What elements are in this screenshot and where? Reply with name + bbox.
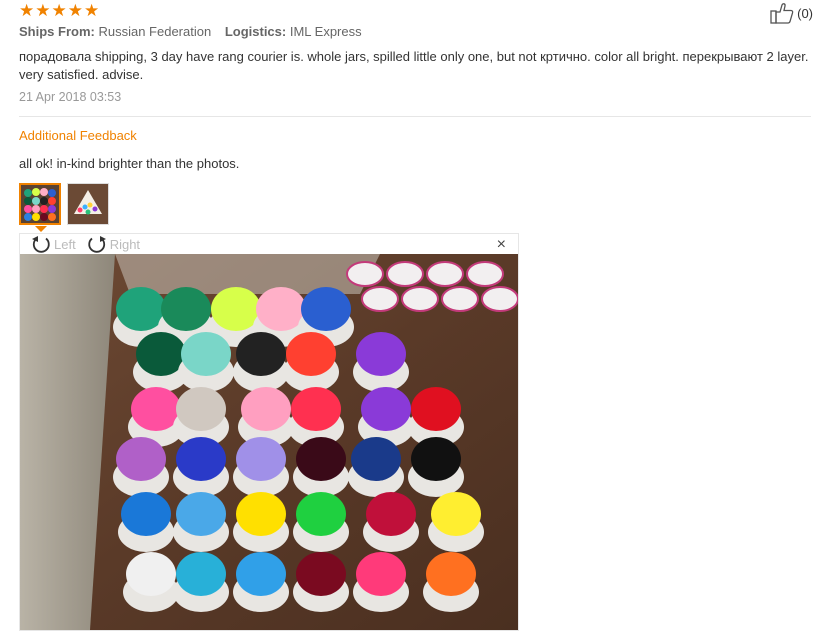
additional-feedback-title: Additional Feedback — [19, 128, 137, 143]
rotate-right-label: Right — [109, 236, 141, 252]
star-icon: ★ — [84, 1, 100, 20]
divider — [19, 116, 811, 117]
jar-gel — [291, 387, 341, 431]
review-date: 21 Apr 2018 03:53 — [19, 90, 122, 104]
photo-thumbnail[interactable] — [19, 183, 61, 225]
jar-gel — [431, 492, 481, 536]
jar-gel — [236, 552, 286, 596]
jar-gel — [236, 437, 286, 481]
jar-gel — [296, 492, 346, 536]
jar-gel — [351, 437, 401, 481]
close-viewer-button[interactable]: × — [497, 236, 506, 254]
jar-lid — [401, 286, 439, 312]
active-thumbnail-caret — [35, 226, 47, 232]
jar-gel — [161, 287, 211, 331]
jar-gel — [176, 552, 226, 596]
jar-gel — [236, 332, 286, 376]
jar-lid — [441, 286, 479, 312]
jar-lid — [346, 261, 384, 287]
star-icon: ★ — [19, 1, 35, 20]
thumbnail-image — [68, 184, 108, 224]
star-icon: ★ — [67, 1, 83, 20]
logistics-label: Logistics: — [224, 24, 287, 39]
rotate-left-label: Left — [54, 236, 76, 252]
jar-gel — [126, 552, 176, 596]
jar-gel — [296, 437, 346, 481]
jar-gel — [411, 437, 461, 481]
rotate-right-icon — [88, 236, 106, 253]
logistics-value: IML Express — [289, 24, 362, 39]
jar-gel — [301, 287, 351, 331]
jar-gel — [366, 492, 416, 536]
jar-gel — [241, 387, 291, 431]
jar-gel — [286, 332, 336, 376]
photo-viewer: Left Right × — [19, 233, 519, 631]
review-text: порадовала shipping, 3 day have rang cou… — [19, 49, 809, 82]
jar-gel — [296, 552, 346, 596]
jar-gel — [121, 492, 171, 536]
jar-gel — [236, 492, 286, 536]
star-icon: ★ — [51, 1, 67, 20]
thumbnail-image — [21, 185, 59, 223]
jar-gel — [356, 332, 406, 376]
helpful-count: (0) — [797, 5, 813, 21]
ships-from-value: Russian Federation — [98, 24, 212, 39]
jar-gel — [411, 387, 461, 431]
shipping-meta: Ships From: Russian Federation Logistics… — [19, 24, 372, 39]
photo-thumbnails — [19, 183, 109, 225]
jar-gel — [176, 437, 226, 481]
photo-thumbnail[interactable] — [67, 183, 109, 225]
rotate-left-button[interactable]: Left — [30, 233, 76, 255]
jar-gel — [361, 387, 411, 431]
additional-feedback-text: all ok! in-kind brighter than the photos… — [19, 156, 240, 171]
jar-gel — [356, 552, 406, 596]
viewer-toolbar: Left Right × — [20, 234, 518, 254]
jar-lid — [481, 286, 518, 312]
rotate-right-button[interactable]: Right — [86, 233, 140, 255]
rotate-left-icon — [32, 236, 50, 253]
helpful-button[interactable]: (0) — [770, 2, 813, 24]
jar-lid — [426, 261, 464, 287]
jar-gel — [176, 387, 226, 431]
jar-lid — [466, 261, 504, 287]
jar-gel — [181, 332, 231, 376]
jar-lid — [361, 286, 399, 312]
jar-gel — [426, 552, 476, 596]
rating-stars: ★ ★ ★ ★ ★ — [19, 2, 99, 19]
star-icon: ★ — [35, 1, 51, 20]
review-photo — [20, 254, 518, 630]
thumbs-up-icon[interactable] — [770, 2, 794, 24]
jar-gel — [176, 492, 226, 536]
jar-lid — [386, 261, 424, 287]
ships-from-label: Ships From: — [19, 24, 95, 39]
jar-gel — [116, 437, 166, 481]
